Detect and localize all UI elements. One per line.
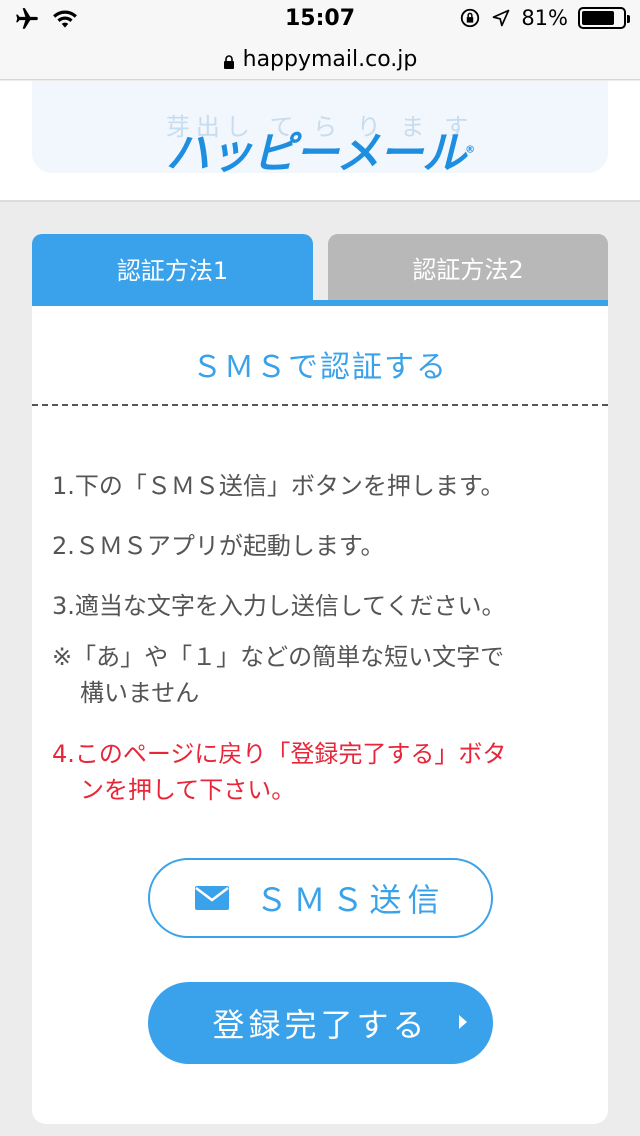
logo-banner[interactable]: 芽出し て ら り ま す ハッピーメール® <box>32 81 608 173</box>
site-header: 芽出し て ら り ま す ハッピーメール® <box>0 81 640 202</box>
tab-auth-method-1[interactable]: 認証方法1 <box>32 234 313 302</box>
step-2: 2.ＳＭＳアプリが起動します。 <box>52 532 385 560</box>
step-4-line-2: ンを押して下さい。 <box>80 776 296 804</box>
tab-label: 認証方法2 <box>412 255 524 284</box>
sms-send-button[interactable]: ＳＭＳ送信 <box>148 858 493 938</box>
step-note: ※「あ」や「１」などの簡単な短い文字で 構いません <box>52 639 592 711</box>
register-complete-button[interactable]: 登録完了する <box>148 982 493 1064</box>
lock-icon <box>223 54 234 69</box>
site-logo: ハッピーメール® <box>32 117 608 173</box>
note-line-2: 構いません <box>80 679 200 707</box>
tab-label: 認証方法1 <box>116 256 229 285</box>
rotation-lock-icon <box>461 8 480 28</box>
tab-auth-method-2[interactable]: 認証方法2 <box>328 234 608 300</box>
logo-mark: ® <box>465 144 475 156</box>
mail-icon <box>195 886 230 910</box>
chevron-right-icon <box>459 1015 467 1029</box>
battery-icon <box>578 7 630 29</box>
battery-percent: 81% <box>521 6 568 30</box>
register-complete-label: 登録完了する <box>212 1006 429 1044</box>
note-line-1: ※「あ」や「１」などの簡単な短い文字で <box>52 643 505 671</box>
url-bar[interactable]: happymail.co.jp <box>0 40 640 80</box>
url-domain: happymail.co.jp <box>242 47 418 72</box>
logo-text: ハッピーメール <box>165 128 466 173</box>
card-title: ＳＭＳで認証する <box>192 350 448 385</box>
step-4: 4.このページに戻り「登録完了する」ボタ ンを押して下さい。 <box>52 736 592 808</box>
status-right: 81% <box>459 6 630 30</box>
location-arrow-icon <box>492 9 510 27</box>
step-1: 1.下の「ＳＭＳ送信」ボタンを押します。 <box>52 472 505 500</box>
sms-send-label: ＳＭＳ送信 <box>255 881 446 919</box>
dashed-divider <box>32 404 608 406</box>
status-bar: 15:07 81% <box>0 0 640 40</box>
step-3: 3.適当な文字を入力し送信してください。 <box>52 592 506 620</box>
auth-card: ＳＭＳで認証する 1.下の「ＳＭＳ送信」ボタンを押します。 2.ＳＭＳアプリが起… <box>32 306 608 1124</box>
step-4-line-1: 4.このページに戻り「登録完了する」ボタ <box>52 740 507 768</box>
